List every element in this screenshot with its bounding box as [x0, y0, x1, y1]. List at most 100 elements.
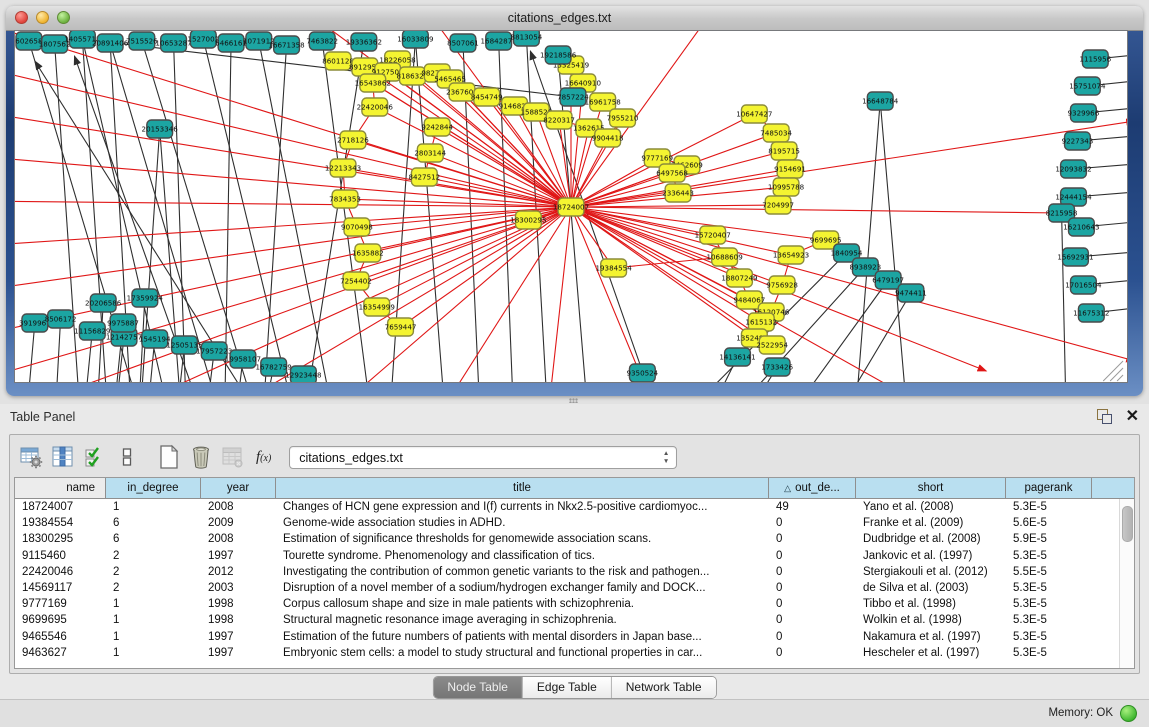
graph-node[interactable]: 8220317	[543, 111, 575, 129]
tab-node-table[interactable]: Node Table	[433, 677, 523, 698]
table-cell[interactable]: 5.3E-5	[1006, 631, 1092, 643]
graph-node[interactable]: 7463822	[306, 32, 338, 50]
float-window-icon[interactable]	[1097, 409, 1112, 424]
graph-node[interactable]: 15692931	[1057, 248, 1093, 266]
graph-node[interactable]: 15751074	[1069, 77, 1106, 95]
table-row[interactable]: 1872400712008Changes of HCN gene express…	[15, 499, 1120, 515]
table-row[interactable]: 1938455462009Genome-wide association stu…	[15, 515, 1120, 531]
graph-node[interactable]: 17359924	[127, 289, 164, 307]
table-cell[interactable]: 0	[769, 647, 856, 659]
table-cell[interactable]: 0	[769, 582, 856, 594]
graph-node[interactable]: 16354999	[359, 298, 396, 316]
table-cell[interactable]: 0	[769, 517, 856, 529]
graph-node[interactable]: 11675312	[1073, 304, 1109, 322]
table-cell[interactable]: 9699695	[15, 614, 106, 626]
tab-network-table[interactable]: Network Table	[612, 677, 716, 698]
table-cell[interactable]: Stergiakouli et al. (2012)	[856, 566, 1006, 578]
table-cell[interactable]: 2008	[201, 501, 276, 513]
network-canvas-svg[interactable]: 1872400718300295860112889129541822605891…	[15, 31, 1127, 382]
table-settings-icon[interactable]	[16, 442, 46, 472]
table-cell[interactable]: Investigating the contribution of common…	[276, 566, 769, 578]
table-cell[interactable]: 5.6E-5	[1006, 517, 1092, 529]
panel-splitter[interactable]	[0, 396, 1149, 404]
column-header-short[interactable]: short	[856, 478, 1006, 498]
graph-node[interactable]: 2803144	[414, 144, 446, 162]
new-file-icon[interactable]	[154, 442, 184, 472]
scrollbar-thumb[interactable]	[1122, 506, 1133, 542]
graph-node[interactable]: 22420046	[357, 98, 394, 116]
table-select[interactable]: citations_edges.txt ▲▼	[289, 446, 677, 469]
column-header-title[interactable]: title	[276, 478, 769, 498]
graph-node[interactable]: 18724007	[553, 198, 589, 216]
delete-trash-icon[interactable]	[186, 442, 216, 472]
table-row[interactable]: 946362711997Embryonic stem cells: a mode…	[15, 645, 1120, 661]
table-cell[interactable]: Tourette syndrome. Phenomenology and cla…	[276, 550, 769, 562]
graph-node[interactable]: 20891406	[92, 34, 129, 52]
graph-node[interactable]: 18300295	[510, 211, 546, 229]
table-cell[interactable]: 2003	[201, 582, 276, 594]
graph-node[interactable]: 12213343	[325, 159, 361, 177]
merge-columns-icon[interactable]	[112, 442, 142, 472]
graph-edge[interactable]	[857, 101, 880, 382]
table-cell[interactable]: Nakamura et al. (1997)	[856, 631, 1006, 643]
graph-node[interactable]: 7834353	[329, 190, 361, 208]
graph-node[interactable]: 1733426	[761, 358, 793, 376]
table-cell[interactable]: 18724007	[15, 501, 106, 513]
graph-node[interactable]: 19336362	[346, 33, 382, 51]
column-header-name[interactable]: name	[15, 478, 106, 498]
table-cell[interactable]: de Silva et al. (2003)	[856, 582, 1006, 594]
column-chooser-icon[interactable]	[48, 442, 78, 472]
graph-node[interactable]: 8507061	[447, 34, 479, 52]
table-cell[interactable]: 1997	[201, 647, 276, 659]
table-cell[interactable]: 22420046	[15, 566, 106, 578]
table-cell[interactable]: 5.5E-5	[1006, 566, 1092, 578]
table-cell[interactable]: 1	[106, 598, 201, 610]
graph-edge[interactable]	[550, 207, 571, 382]
table-cell[interactable]: 5.9E-5	[1006, 533, 1092, 545]
graph-node[interactable]: 16210643	[1063, 218, 1099, 236]
table-cell[interactable]: 14569117	[15, 582, 106, 594]
graph-edge[interactable]	[571, 207, 1127, 361]
table-row[interactable]: 977716911998Corpus callosum shape and si…	[15, 596, 1120, 612]
graph-node[interactable]: 9904418	[592, 129, 624, 147]
graph-edge[interactable]	[880, 101, 905, 382]
graph-node[interactable]: 2522954	[756, 336, 788, 354]
graph-node[interactable]: 9154691	[774, 160, 806, 178]
function-builder-icon[interactable]: f(x)	[256, 449, 271, 466]
graph-edge[interactable]	[571, 207, 1062, 213]
graph-node[interactable]: 8506172	[45, 310, 77, 328]
network-window-titlebar[interactable]: citations_edges.txt	[6, 6, 1143, 31]
table-cell[interactable]: 1	[106, 631, 201, 643]
graph-node[interactable]: 19384554	[595, 259, 632, 277]
table-cell[interactable]: 18300295	[15, 533, 106, 545]
column-header-year[interactable]: year	[201, 478, 276, 498]
close-panel-icon[interactable]: ✕	[1126, 410, 1139, 424]
graph-edge[interactable]	[322, 41, 368, 382]
graph-node[interactable]: 9756928	[766, 276, 798, 294]
table-cell[interactable]: Embryonic stem cells: a model to study s…	[276, 647, 769, 659]
graph-node[interactable]: 10688609	[706, 248, 743, 266]
graph-edge[interactable]	[265, 45, 287, 382]
table-cell[interactable]: 0	[769, 566, 856, 578]
table-vertical-scrollbar[interactable]	[1119, 499, 1134, 668]
graph-node[interactable]: 2336443	[662, 184, 694, 202]
table-cell[interactable]: 5.3E-5	[1006, 614, 1092, 626]
graph-node[interactable]: 9227343	[1062, 132, 1094, 150]
graph-edge[interactable]	[375, 107, 571, 207]
table-cell[interactable]: 5.3E-5	[1006, 647, 1092, 659]
table-row[interactable]: 1456911722003Disruption of a novel membe…	[15, 580, 1120, 596]
table-cell[interactable]: 49	[769, 501, 856, 513]
table-cell[interactable]: 5.3E-5	[1006, 598, 1092, 610]
table-cell[interactable]: 2008	[201, 533, 276, 545]
graph-node[interactable]: 9350524	[626, 364, 658, 382]
graph-node[interactable]: 9242844	[421, 118, 453, 136]
graph-node[interactable]: 9329966	[1068, 104, 1100, 122]
graph-node[interactable]: 17016504	[1065, 276, 1102, 294]
row-select-icon[interactable]	[80, 442, 110, 472]
table-cell[interactable]: 9465546	[15, 631, 106, 643]
table-cell[interactable]: 2	[106, 582, 201, 594]
table-cell[interactable]: 9463627	[15, 647, 106, 659]
table-cell[interactable]: 1997	[201, 550, 276, 562]
table-cell[interactable]: Structural magnetic resonance image aver…	[276, 614, 769, 626]
table-cell[interactable]: Corpus callosum shape and size in male p…	[276, 598, 769, 610]
